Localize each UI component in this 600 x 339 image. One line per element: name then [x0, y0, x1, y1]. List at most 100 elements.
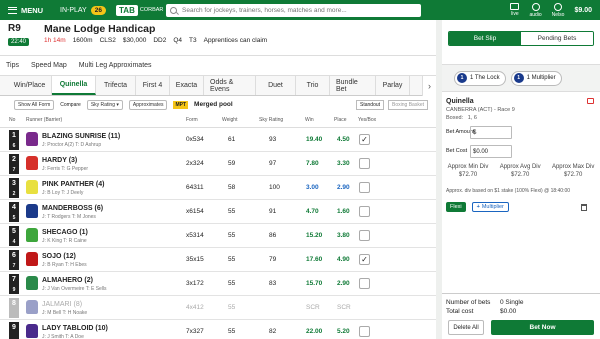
header-place[interactable]: Place — [334, 117, 347, 123]
runner-name[interactable]: SHECAGO (1) — [42, 229, 88, 236]
place-odds[interactable]: 4.90 — [337, 256, 350, 263]
account-balance[interactable]: $9.00 — [574, 7, 592, 14]
table-row[interactable]: 4 5 MANDERBOSS (6) J: T Rodgers T: M Jones x… — [0, 200, 436, 224]
place-odds[interactable]: 4.50 — [337, 136, 350, 143]
menu-button[interactable]: MENU — [0, 6, 60, 15]
tab-odds-evens[interactable]: Odds & Evens — [204, 76, 256, 95]
live-vision-label: live — [511, 11, 519, 17]
subnav-speed-map[interactable]: Speed Map — [31, 62, 67, 69]
place-odds[interactable]: 2.90 — [337, 184, 350, 191]
win-odds[interactable]: 19.40 — [306, 136, 322, 143]
win-odds[interactable]: 15.70 — [306, 280, 322, 287]
header-form[interactable]: Form — [186, 117, 198, 123]
runner-name[interactable]: JALMARI (8) — [42, 301, 82, 308]
runner-name[interactable]: MANDERBOSS (6) — [42, 205, 103, 212]
table-row[interactable]: 9 LADY TABLOID (10) J: J Smith T: A Doe 7x3… — [0, 320, 436, 339]
selection-checkbox[interactable] — [359, 206, 370, 217]
tab-duet[interactable]: Duet — [256, 76, 296, 95]
header-runner[interactable]: Runner (Barrier) — [26, 117, 62, 123]
selection-checkbox[interactable] — [359, 182, 370, 193]
table-row[interactable]: 5 4 SHECAGO (1) J: K King T: R Caine x5314 55… — [0, 224, 436, 248]
flexi-toggle[interactable]: Flexi — [446, 202, 466, 212]
audio-button[interactable]: audio — [529, 2, 542, 18]
selection-checkbox[interactable] — [359, 326, 370, 337]
tab-bet-slip[interactable]: Bet Slip — [449, 32, 521, 45]
runner-name[interactable]: ALMAHERO (2) — [42, 277, 93, 284]
expand-chevron-icon[interactable]: 9 — [13, 287, 16, 293]
compare-select[interactable]: Sky Rating ▾ — [86, 99, 123, 110]
chevron-right-icon[interactable]: › — [422, 76, 436, 96]
multiplier-button[interactable]: + Multiplier — [471, 202, 509, 212]
win-odds[interactable]: 15.20 — [306, 232, 322, 239]
selection-checkbox[interactable] — [359, 230, 370, 241]
search-input[interactable] — [182, 6, 412, 14]
table-row[interactable]: 1 6 BLAZING SUNRISE (11) J: Proctor A(2) T:… — [0, 128, 436, 152]
header-win[interactable]: Win — [305, 117, 314, 123]
expand-chevron-icon[interactable]: 4 — [13, 239, 16, 245]
table-row[interactable]: 8 JALMARI (8) J: M Bell T: H Noake 4x412 55 S… — [0, 296, 436, 320]
runner-name[interactable]: SOJO (12) — [42, 253, 76, 260]
win-odds[interactable]: 7.80 — [306, 160, 319, 167]
tab-trio[interactable]: Trio — [296, 76, 330, 95]
tab-parlay[interactable]: Parlay — [376, 76, 410, 95]
header-no[interactable]: No — [9, 117, 15, 123]
place-odds[interactable]: 3.30 — [337, 160, 350, 167]
table-row[interactable]: 6 7 SOJO (12) J: B Ryan T: H Ebes 35x15 55 79 1… — [0, 248, 436, 272]
saddle-cloth-number: 67 — [9, 250, 19, 270]
in-play-button[interactable]: IN-PLAY 26 — [60, 5, 116, 15]
trash-icon[interactable] — [581, 204, 587, 211]
win-odds[interactable]: SCR — [306, 304, 320, 311]
runner-name[interactable]: BLAZING SUNRISE (11) — [42, 133, 120, 140]
tab-bundle-bet[interactable]: Bundle Bet — [330, 76, 376, 95]
bet-amount-input[interactable]: $ — [470, 126, 512, 139]
boxing-toggle[interactable]: Boxing Basket — [388, 100, 428, 110]
table-row[interactable]: 7 9 ALMAHERO (2) J: J Van Overmeire T: E Se… — [0, 272, 436, 296]
search-bar[interactable] — [166, 3, 421, 17]
selection-checkbox[interactable] — [359, 278, 370, 289]
tab-exacta[interactable]: Exacta — [170, 76, 204, 95]
table-row[interactable]: 2 7 HARDY (3) J: Ferris T: G Pepper 2x324 59 9… — [0, 152, 436, 176]
expand-chevron-icon[interactable]: 6 — [13, 143, 16, 149]
runner-name[interactable]: LADY TABLOID (10) — [42, 325, 108, 332]
win-odds[interactable]: 3.00 — [306, 184, 319, 191]
live-vision-button[interactable]: live — [510, 3, 520, 17]
win-odds[interactable]: 22.00 — [306, 328, 322, 335]
win-odds[interactable]: 17.60 — [306, 256, 322, 263]
win-odds[interactable]: 4.70 — [306, 208, 319, 215]
runner-name[interactable]: PINK PANTHER (4) — [42, 181, 104, 188]
multiplier-promo-button[interactable]: 1 1 Multiplier — [510, 70, 562, 86]
tab-logo[interactable]: TAB CORBAR — [116, 4, 166, 16]
tab-pending-bets[interactable]: Pending Bets — [521, 32, 593, 45]
header-sky-rating[interactable]: Sky Rating — [259, 117, 283, 123]
subnav-tips[interactable]: Tips — [6, 62, 19, 69]
header-weight[interactable]: Weight — [222, 117, 237, 123]
show-all-form-button[interactable]: Show All Form — [14, 99, 55, 110]
selection-checkbox[interactable]: ✓ — [359, 254, 370, 265]
expand-chevron-icon[interactable]: 7 — [13, 263, 16, 269]
expand-chevron-icon[interactable]: 2 — [13, 191, 16, 197]
tab-first-4[interactable]: First 4 — [136, 76, 170, 95]
my-account-button[interactable]: Nelso — [552, 2, 564, 18]
place-odds[interactable]: 2.90 — [337, 280, 350, 287]
approximates-button[interactable]: Approximates — [128, 99, 168, 110]
selection-checkbox[interactable] — [359, 158, 370, 169]
runner-name[interactable]: HARDY (3) — [42, 157, 77, 164]
place-odds[interactable]: 5.20 — [337, 328, 350, 335]
expand-chevron-icon[interactable]: 5 — [13, 215, 16, 221]
subnav-multi-leg[interactable]: Multi Leg Approximates — [79, 62, 152, 69]
tab-quinella[interactable]: Quinella — [52, 76, 96, 95]
tab-win-place[interactable]: Win/Place — [8, 76, 52, 95]
standout-toggle[interactable]: Standout — [356, 100, 385, 110]
approx-min-div: Approx Min Div $72.70 — [448, 164, 489, 178]
place-odds[interactable]: 3.80 — [337, 232, 350, 239]
place-odds[interactable]: 1.60 — [337, 208, 350, 215]
delete-all-button[interactable]: Delete All — [448, 320, 484, 335]
bet-card-icon[interactable] — [587, 98, 594, 104]
tab-trifecta[interactable]: Trifecta — [96, 76, 136, 95]
the-lock-promo-button[interactable]: 1 1 The Lock — [454, 70, 506, 86]
bet-now-button[interactable]: Bet Now — [491, 320, 594, 335]
expand-chevron-icon[interactable]: 7 — [13, 167, 16, 173]
table-row[interactable]: 3 2 PINK PANTHER (4) J: B Loy T: J Deely 643… — [0, 176, 436, 200]
selection-checkbox[interactable]: ✓ — [359, 134, 370, 145]
place-odds[interactable]: SCR — [337, 304, 351, 311]
